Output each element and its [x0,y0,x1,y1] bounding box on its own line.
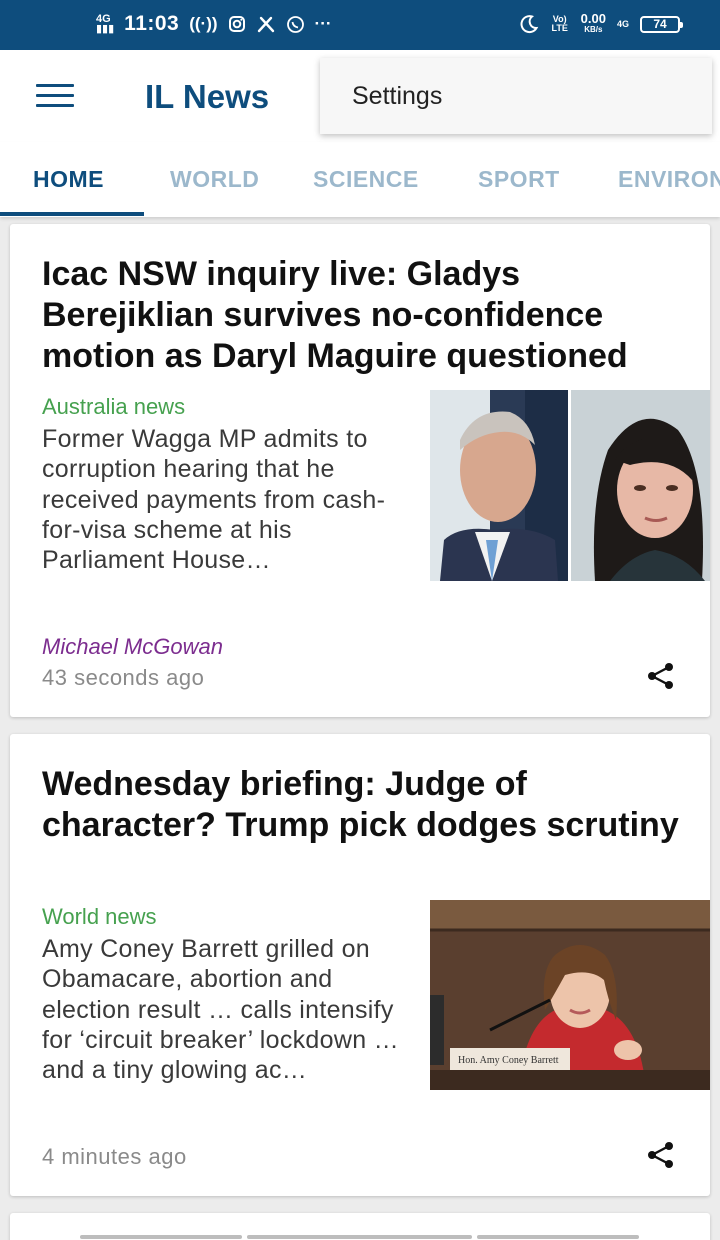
status-right: Vo) LTE 0.00 KB/s 4G 74 [519,12,683,35]
tab-world[interactable]: WORLD [170,166,259,193]
menu-item-settings[interactable]: Settings [352,82,442,111]
article-author[interactable]: Michael McGowan [42,634,223,660]
image-strip [247,1235,472,1239]
article-headline[interactable]: Icac NSW inquiry live: Gladys Berejiklia… [42,254,687,377]
nameplate-text: Hon. Amy Coney Barrett [458,1055,559,1066]
app-title: IL News [145,78,270,115]
article-section: Australia news [42,394,186,419]
moon-icon [520,15,538,34]
article-card[interactable] [10,1213,710,1240]
hotspot-icon: ((·)) [189,14,218,33]
tab-science[interactable]: SCIENCE [313,166,419,193]
tab-environment[interactable]: ENVIRONMENT [618,166,720,193]
article-card[interactable]: Icac NSW inquiry live: Gladys Berejiklia… [10,224,710,717]
instagram-icon [228,16,245,32]
overflow-menu: Settings [320,58,712,134]
tab-sport[interactable]: SPORT [478,166,560,193]
battery-indicator: 74 [640,15,683,33]
article-photo [430,390,710,581]
image-strip [477,1235,639,1239]
network-indicator: 4G ▮▮▮ [96,14,115,35]
network-indicator-2: 4G [616,18,629,29]
data-speed: 0.00 KB/s [581,12,606,35]
image-strip [80,1235,242,1239]
status-bar: 4G ▮▮▮ 11:03 ((·)) ··· Vo) LTE 0.00 KB/s… [0,0,720,50]
article-time: 43 seconds ago [42,665,205,690]
article-time: 4 minutes ago [42,1144,187,1169]
more-notifications-icon: ··· [314,14,332,33]
volte-indicator: Vo) LTE [551,14,568,33]
article-card[interactable]: Wednesday briefing: Judge of character? … [10,734,710,1196]
tools-icon [257,16,274,33]
article-photo: Hon. Amy Coney Barrett [430,900,710,1090]
article-summary: Former Wagga MP admits to corruption hea… [42,425,386,575]
menu-icon[interactable] [36,84,76,108]
article-image[interactable] [430,390,710,581]
signal-icon: ▮▮▮ [96,23,115,35]
section-tabs: HOME WORLD SCIENCE SPORT ENVIRONMENT [0,142,720,217]
whatsapp-icon [286,15,304,33]
status-left: 4G ▮▮▮ 11:03 ((·)) ··· [96,12,332,36]
speed-unit: KB/s [584,25,603,34]
article-image[interactable]: Hon. Amy Coney Barrett [430,900,710,1090]
share-icon[interactable] [644,659,678,693]
article-section: World news [42,904,157,929]
tab-home[interactable]: HOME [33,166,104,193]
article-summary: Amy Coney Barrett grilled on Obamacare, … [42,935,399,1085]
network2-label: 4G [616,18,629,29]
share-icon[interactable] [644,1138,678,1172]
article-headline[interactable]: Wednesday briefing: Judge of character? … [42,764,687,846]
active-tab-indicator [0,212,144,216]
status-time: 11:03 [124,12,180,35]
